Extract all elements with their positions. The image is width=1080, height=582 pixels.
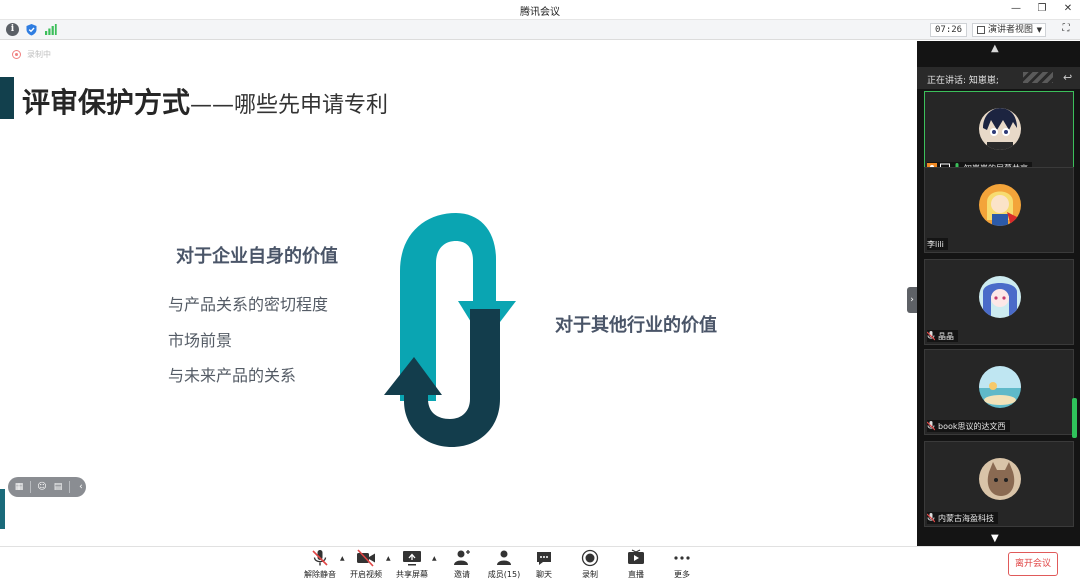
record-label: 录制 xyxy=(582,570,598,579)
window-controls: — ❐ ✕ xyxy=(1010,2,1074,16)
toolbar-divider xyxy=(30,481,31,493)
camera-off-icon xyxy=(357,549,375,567)
shield-icon[interactable] xyxy=(25,23,38,36)
grid-icon xyxy=(977,26,985,34)
toolbar-divider xyxy=(69,481,70,493)
cycle-arrows-graphic xyxy=(384,213,516,447)
participant-name: 内蒙古海盈科技 xyxy=(938,513,994,523)
participant-tile[interactable]: 知崽崽的屏幕共享 xyxy=(924,91,1074,177)
share-screen-label: 共享屏幕 xyxy=(396,570,428,579)
share-screen-icon xyxy=(403,551,421,566)
record-icon xyxy=(581,549,599,567)
invite-button[interactable]: 邀请 xyxy=(440,549,484,580)
live-stream-icon xyxy=(628,549,644,564)
annotate-icon[interactable]: ▤ xyxy=(53,481,63,493)
close-icon[interactable]: ✕ xyxy=(1062,2,1074,16)
live-button[interactable]: 直播 xyxy=(614,549,658,580)
participant-tile[interactable]: 晶晶 xyxy=(924,259,1074,345)
anime-boy-avatar xyxy=(979,108,1021,150)
members-label: 成员(15) xyxy=(487,570,521,579)
mic-muted-icon xyxy=(927,331,935,341)
right-heading: 对于其他行业的价值 xyxy=(555,315,717,336)
mic-muted-icon xyxy=(312,550,328,566)
supergirl-avatar xyxy=(979,184,1021,226)
record-dot-icon xyxy=(12,50,21,59)
chat-icon xyxy=(537,552,551,565)
speaking-wave-icon xyxy=(1023,72,1053,83)
slide-title-rest: ——哪些先申请专利 xyxy=(190,93,389,118)
live-label: 直播 xyxy=(628,570,644,579)
participant-tile[interactable]: 内蒙古海盈科技 xyxy=(924,441,1074,527)
left-item: 市场前景 xyxy=(168,331,233,350)
participant-panel: ▲ 正在讲话: 知崽崽; ↩ 知崽崽的屏幕共享 李l xyxy=(917,41,1080,546)
slide-title: 评审保护方式——哪些先申请专利 xyxy=(22,81,388,121)
mic-muted-icon xyxy=(927,513,935,523)
chat-label: 聊天 xyxy=(536,570,552,579)
cat-avatar xyxy=(979,458,1021,500)
participant-tile[interactable]: book思议的达文西 xyxy=(924,349,1074,435)
window-titlebar: 腾讯会议 — ❐ ✕ xyxy=(0,0,1080,20)
apps-icon[interactable]: ▦ xyxy=(14,481,24,493)
collapse-left-icon[interactable]: ‹ xyxy=(76,481,86,493)
chevron-up-icon[interactable]: ▲ xyxy=(432,555,437,562)
unmute-label: 解除静音 xyxy=(304,570,336,579)
participant-name-row: 晶晶 xyxy=(927,330,958,342)
chevron-down-icon: ▼ xyxy=(1036,26,1042,34)
scroll-up-icon[interactable]: ▲ xyxy=(991,43,999,54)
more-icon xyxy=(674,556,690,560)
meeting-toolbar: 解除静音 ▲ 开启视频 ▲ 共享屏幕 ▲ 邀请 成员(15) 聊天 录制 直播 … xyxy=(0,546,1080,582)
reply-icon[interactable]: ↩ xyxy=(1063,71,1072,84)
slide-title-bold: 评审保护方式 xyxy=(22,86,191,119)
more-label: 更多 xyxy=(674,570,690,579)
emoji-icon[interactable]: ☺ xyxy=(37,481,47,493)
record-button[interactable]: 录制 xyxy=(568,549,612,580)
beach-avatar xyxy=(979,366,1021,408)
participant-name-row: book思议的达文西 xyxy=(927,420,1010,432)
members-icon xyxy=(497,550,511,565)
view-mode-label: 演讲者视图 xyxy=(988,25,1034,35)
annotation-toolbar: ▦ ☺ ▤ ‹ xyxy=(8,477,86,497)
panel-scrollbar[interactable] xyxy=(1072,398,1077,438)
recording-badge-label: 录制中 xyxy=(27,50,51,59)
participant-name-row: 内蒙古海盈科技 xyxy=(927,512,998,524)
expand-panel-icon[interactable]: › xyxy=(907,287,917,313)
recording-badge: 录制中 xyxy=(12,49,51,60)
participant-name-row: 李lili xyxy=(927,238,948,250)
window-title: 腾讯会议 xyxy=(520,7,560,18)
start-video-label: 开启视频 xyxy=(350,570,382,579)
participant-name: book思议的达文西 xyxy=(938,421,1006,431)
share-screen-button[interactable]: 共享屏幕 xyxy=(390,549,434,580)
participant-name: 晶晶 xyxy=(938,331,954,341)
left-item: 与产品关系的密切程度 xyxy=(168,295,329,314)
fullscreen-icon[interactable]: ⛶ xyxy=(1060,23,1072,35)
minimize-icon[interactable]: — xyxy=(1010,2,1022,16)
invite-user-icon xyxy=(454,550,470,565)
speaking-label: 正在讲话: 知崽崽; xyxy=(927,76,999,86)
title-accent-bar xyxy=(0,77,14,119)
participant-name: 李lili xyxy=(927,239,944,249)
invite-label: 邀请 xyxy=(454,570,470,579)
start-video-button[interactable]: 开启视频 xyxy=(344,549,388,580)
meeting-timer: 07:26 xyxy=(930,23,968,37)
speaking-indicator: 正在讲话: 知崽崽; ↩ xyxy=(917,67,1080,89)
chat-button[interactable]: 聊天 xyxy=(522,549,566,580)
left-edge-strip xyxy=(0,489,5,529)
left-item: 与未来产品的关系 xyxy=(168,366,297,385)
scroll-down-icon[interactable]: ▼ xyxy=(991,533,999,544)
leave-meeting-button[interactable]: 离开会议 xyxy=(1008,552,1058,576)
unmute-button[interactable]: 解除静音 xyxy=(298,549,342,580)
anime-girl-avatar xyxy=(979,276,1021,318)
view-mode-dropdown[interactable]: 演讲者视图 ▼ xyxy=(972,23,1046,37)
left-heading: 对于企业自身的价值 xyxy=(176,246,338,267)
members-button[interactable]: 成员(15) xyxy=(482,549,526,580)
meeting-infobar: i 07:26 演讲者视图 ▼ ⛶ xyxy=(0,20,1080,40)
mic-muted-icon xyxy=(927,421,935,431)
shared-screen: 录制中 评审保护方式——哪些先申请专利 对于企业自身的价值 与产品关系的密切程度… xyxy=(0,41,917,546)
participant-tile[interactable]: 李lili xyxy=(924,167,1074,253)
restore-icon[interactable]: ❐ xyxy=(1036,2,1048,16)
signal-icon[interactable] xyxy=(44,23,57,36)
more-button[interactable]: 更多 xyxy=(660,549,704,580)
info-icon[interactable]: i xyxy=(6,23,19,36)
